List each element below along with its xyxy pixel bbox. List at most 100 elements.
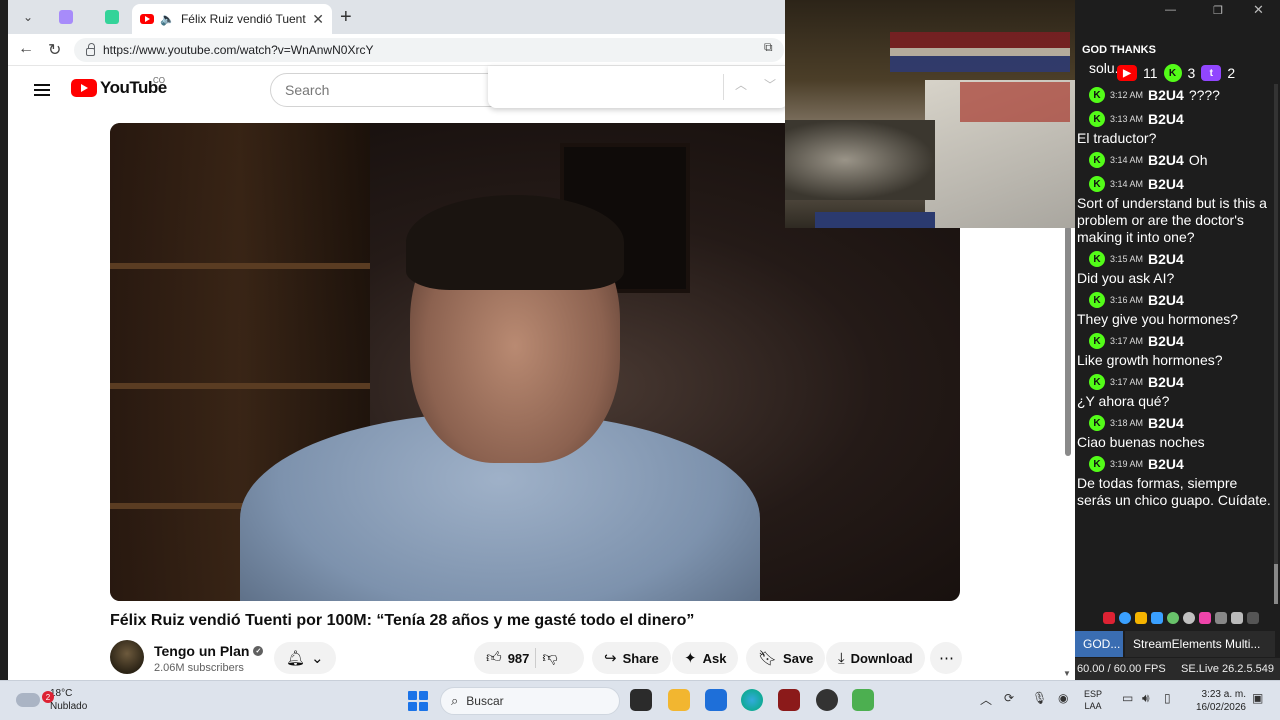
pause-icon[interactable]: [1103, 612, 1115, 624]
like-count[interactable]: 987: [508, 651, 530, 666]
close-icon[interactable]: ✕: [1253, 2, 1264, 18]
close-tab-icon[interactable]: ✕: [312, 11, 324, 28]
kick-icon: K: [1089, 333, 1105, 349]
maximize-icon[interactable]: ❐: [1213, 4, 1223, 17]
tab-actions-button[interactable]: ⌄: [14, 5, 42, 29]
version-text: SE.Live 26.2.5.549: [1181, 663, 1274, 675]
emote-icon[interactable]: [1167, 612, 1179, 624]
message-time: 3:19 AM: [1110, 459, 1144, 469]
search-input[interactable]: Search: [270, 73, 510, 107]
new-tab-button[interactable]: +: [340, 6, 352, 29]
more-actions-button[interactable]: ⋯: [930, 642, 962, 674]
message-user[interactable]: B2U4: [1148, 152, 1184, 168]
status-bar: 60.00 / 60.00 FPS SE.Live 26.2.5.549: [1075, 658, 1280, 680]
language-indicator[interactable]: ESP LAA: [1084, 688, 1102, 712]
system-clock[interactable]: 3:23 a. m. 16/02/2026: [1186, 688, 1246, 714]
app-icon[interactable]: [852, 689, 874, 711]
scrollbar-thumb[interactable]: [1065, 226, 1071, 456]
emote-icon[interactable]: [1119, 612, 1131, 624]
volume-icon[interactable]: 🔊︎: [1142, 691, 1150, 706]
chat-scrollbar[interactable]: [1274, 84, 1278, 604]
file-explorer-icon[interactable]: [668, 689, 690, 711]
emote-icon[interactable]: [1231, 612, 1243, 624]
save-button[interactable]: 🔖︎ Save: [746, 642, 826, 674]
tab-streamelements[interactable]: StreamElements Multi...: [1125, 631, 1275, 657]
chevron-down-icon[interactable]: [1247, 612, 1259, 624]
edge-icon[interactable]: [741, 689, 763, 711]
message-user[interactable]: B2U4: [1148, 176, 1184, 192]
channel-name[interactable]: Tengo un Plan ✓: [154, 643, 264, 659]
chat-message: K 3:14 AM B2U4 Oh: [1075, 149, 1280, 171]
message-user[interactable]: B2U4: [1148, 456, 1184, 472]
kick-icon: K: [1089, 176, 1105, 192]
task-view-icon[interactable]: [630, 689, 652, 711]
bell-icon: 🔔︎: [286, 650, 306, 667]
obs-icon[interactable]: [816, 689, 838, 711]
message-text: ¿Y ahora qué?: [1077, 393, 1170, 409]
channel-name-text: Tengo un Plan: [154, 643, 250, 659]
emote-icon[interactable]: [1215, 612, 1227, 624]
store-icon[interactable]: [705, 689, 727, 711]
microphone-icon[interactable]: 🎙︎: [1032, 691, 1047, 705]
chat-message: K 3:13 AM B2U4 El traductor?: [1075, 108, 1280, 147]
speaker-icon[interactable]: 🔈: [160, 12, 175, 26]
chevron-up-icon[interactable]: ︿: [735, 76, 747, 93]
refresh-icon[interactable]: ↻: [48, 40, 61, 60]
chevron-down-icon[interactable]: ﹀: [764, 76, 776, 93]
chat-messages: K 3:12 AM B2U4???? K 3:13 AM B2U4 El traduct…: [1075, 84, 1280, 511]
tab-god[interactable]: GOD...: [1075, 631, 1123, 657]
download-button[interactable]: ⤓ Download: [826, 642, 925, 674]
kick-icon: K: [1089, 251, 1105, 267]
scroll-down-icon[interactable]: ▼: [1063, 669, 1071, 678]
like-icon[interactable]: 👍︎: [486, 649, 502, 667]
clock-time: 3:23 a. m.: [1201, 689, 1246, 700]
message-time: 3:17 AM: [1110, 377, 1144, 387]
chevron-up-icon[interactable]: ︿: [980, 691, 992, 708]
ask-button[interactable]: ✦ Ask: [672, 642, 739, 674]
share-icon: ↪: [604, 650, 617, 667]
app-icon[interactable]: [778, 689, 800, 711]
back-icon[interactable]: ←: [18, 40, 34, 58]
notifications-button[interactable]: 🔔︎ ⌄: [274, 642, 336, 674]
search-placeholder: Search: [285, 82, 330, 98]
sparkle-icon: ✦: [684, 650, 697, 667]
minimize-icon[interactable]: —: [1165, 4, 1176, 16]
weather-widget[interactable]: 2 18°C Nublado: [16, 687, 87, 713]
app-icon: [59, 10, 73, 24]
message-user[interactable]: B2U4: [1148, 292, 1184, 308]
emote-icon[interactable]: [1199, 612, 1211, 624]
emote-bar: [1103, 610, 1273, 626]
scrollbar-thumb[interactable]: [1274, 564, 1278, 604]
message-user[interactable]: B2U4: [1148, 111, 1184, 127]
dislike-icon[interactable]: 👎︎: [542, 649, 557, 667]
network-icon[interactable]: ▭: [1122, 691, 1133, 705]
url-field[interactable]: https://www.youtube.com/watch?v=WnAnwN0X…: [74, 38, 784, 62]
menu-icon[interactable]: [34, 84, 50, 96]
share-button[interactable]: ↪ Share: [592, 642, 671, 674]
message-user[interactable]: B2U4: [1148, 415, 1184, 431]
kick-icon: K: [1089, 456, 1105, 472]
split-screen-icon[interactable]: ⧉: [764, 40, 773, 55]
notification-center-icon[interactable]: ▣: [1252, 691, 1263, 705]
channel-avatar[interactable]: [110, 640, 144, 674]
battery-icon[interactable]: ▯: [1164, 691, 1171, 705]
bell-icon[interactable]: [1135, 612, 1147, 624]
message-user[interactable]: B2U4: [1148, 251, 1184, 267]
emote-icon[interactable]: [1183, 612, 1195, 624]
tab-pinned-2[interactable]: [98, 5, 126, 29]
start-button[interactable]: [408, 691, 428, 711]
sync-icon[interactable]: ⟳: [1004, 691, 1014, 705]
tab-youtube[interactable]: 🔈 Félix Ruiz vendió Tuenti por 100M ✕: [132, 4, 332, 34]
taskbar-search[interactable]: ⌕ Buscar: [440, 687, 620, 715]
chat-message: K 3:17 AM B2U4 Like growth hormones?: [1075, 330, 1280, 369]
message-user[interactable]: B2U4: [1148, 87, 1184, 103]
youtube-favicon-icon: [140, 14, 154, 24]
emote-icon[interactable]: [1151, 612, 1163, 624]
message-text: ????: [1188, 87, 1220, 103]
tab-pinned-1[interactable]: [52, 5, 80, 29]
taskbar-search-label: Buscar: [466, 694, 504, 708]
message-user[interactable]: B2U4: [1148, 333, 1184, 349]
chat-message: K 3:14 AM B2U4 Sort of understand but is t…: [1075, 173, 1280, 246]
app-tray-icon[interactable]: ◉: [1058, 691, 1068, 705]
message-user[interactable]: B2U4: [1148, 374, 1184, 390]
